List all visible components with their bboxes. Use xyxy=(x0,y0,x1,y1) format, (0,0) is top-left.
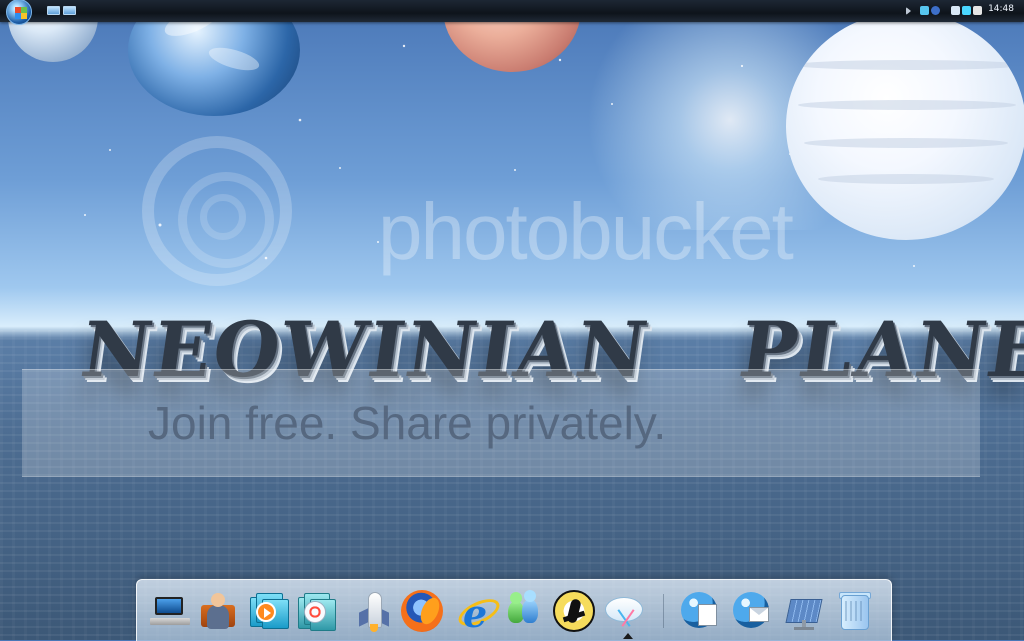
dock: e xyxy=(136,579,892,641)
snipping-tool-icon xyxy=(603,590,645,632)
start-button[interactable] xyxy=(6,0,32,25)
solar-panel-icon xyxy=(783,590,825,632)
laptop-icon xyxy=(150,597,190,625)
dock-item[interactable] xyxy=(729,588,775,634)
globe-document-icon xyxy=(679,590,721,632)
dvd-icon xyxy=(294,591,336,631)
gas-giant-planet xyxy=(786,12,1024,240)
messenger-icon xyxy=(503,590,545,632)
shuttle-icon xyxy=(354,590,394,632)
internet-explorer-icon: e xyxy=(454,590,504,636)
globe-mail-icon xyxy=(731,590,773,632)
dock-item[interactable] xyxy=(501,588,547,634)
firefox-icon xyxy=(401,590,443,632)
dock-item[interactable] xyxy=(601,588,647,634)
hero-title-word1: NEOWINIAN xyxy=(75,305,655,394)
dock-item[interactable]: e xyxy=(453,588,504,636)
mouse-cursor-icon xyxy=(623,633,633,639)
monitor-icon[interactable] xyxy=(962,6,971,15)
switch-windows-icon[interactable] xyxy=(63,6,76,15)
bluetooth-icon[interactable] xyxy=(931,6,940,15)
watermark-tagline: Join free. Share privately. xyxy=(148,397,667,449)
dock-item[interactable] xyxy=(677,588,723,634)
planet-band xyxy=(818,174,994,184)
planet-band xyxy=(804,138,1008,148)
dock-item[interactable] xyxy=(195,588,241,634)
user-bag-icon xyxy=(199,591,237,631)
recycle-bin-icon xyxy=(833,590,875,632)
dock-item[interactable] xyxy=(291,588,337,634)
photobucket-logo-icon xyxy=(142,136,292,286)
dock-separator xyxy=(663,594,664,628)
dock-item[interactable] xyxy=(781,588,827,634)
hero-title-word2: PLANET xyxy=(734,305,1024,394)
network-icon[interactable] xyxy=(920,6,929,15)
dock-item[interactable] xyxy=(399,588,445,634)
hero-title: NEOWINIAN PLANET xyxy=(74,290,1024,410)
windows-logo-yellow xyxy=(21,13,27,19)
dock-item[interactable] xyxy=(243,588,289,634)
planet-band xyxy=(794,60,1024,70)
system-tray: 14:48 xyxy=(906,0,1024,22)
taskbar: 14:48 xyxy=(0,0,1024,25)
chevron-left-icon[interactable] xyxy=(906,7,911,15)
speaker-icon[interactable] xyxy=(973,6,982,15)
monitor-icon[interactable] xyxy=(951,6,960,15)
media-player-icon xyxy=(246,591,289,631)
counter-strike-icon xyxy=(553,590,595,632)
dock-item[interactable] xyxy=(831,588,877,634)
photobucket-watermark: photobucket xyxy=(142,136,862,286)
show-desktop-icon[interactable] xyxy=(47,6,60,15)
planet-band xyxy=(798,100,1016,110)
dock-item[interactable] xyxy=(351,588,397,634)
watermark-text: photobucket xyxy=(378,187,794,276)
dock-item[interactable] xyxy=(551,588,597,634)
clock: 14:48 xyxy=(988,4,1014,14)
dock-item[interactable] xyxy=(147,588,193,634)
